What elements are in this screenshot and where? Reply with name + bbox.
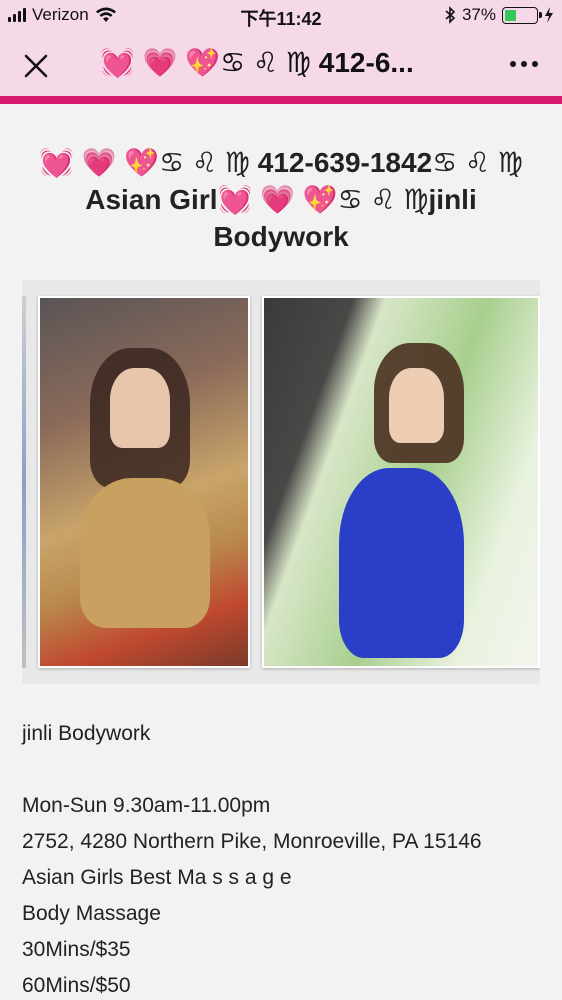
hours-line: Mon-Sun 9.30am-11.00pm: [22, 794, 271, 817]
close-icon: [24, 54, 48, 78]
charging-icon: [545, 7, 553, 23]
battery-icon: [502, 6, 542, 24]
more-button[interactable]: [504, 52, 544, 76]
business-name: jinli Bodywork: [22, 722, 151, 745]
close-button[interactable]: [18, 48, 54, 84]
page-title: 💓 💗 💖♋ ♌ ♍ 412-6...: [100, 47, 414, 78]
service-line: Body Massage: [22, 902, 161, 925]
accent-strip: [0, 96, 562, 104]
post-content: 💓 💗 💖♋ ♌ ♍ 412-639-1842♋ ♌ ♍ Asian Girl💓…: [0, 104, 562, 1000]
status-right: 37%: [444, 5, 554, 25]
more-icon-dot: [532, 61, 538, 67]
more-icon-dot: [521, 61, 527, 67]
battery-percent: 37%: [461, 5, 496, 24]
photo-1[interactable]: [38, 296, 250, 668]
tagline: Asian Girls Best Ma s s a g e: [22, 866, 292, 889]
address-line: 2752, 4280 Northern Pike, Monroeville, P…: [22, 830, 482, 853]
post-body: jinli Bodywork Mon-Sun 9.30am-11.00pm 27…: [22, 716, 540, 1000]
post-headline: 💓 💗 💖♋ ♌ ♍ 412-639-1842♋ ♌ ♍ Asian Girl💓…: [38, 147, 524, 252]
photo-2[interactable]: [262, 296, 540, 668]
status-bar: Verizon 下午11:42 37%: [0, 0, 562, 32]
nav-bar: 💓 💗 💖♋ ♌ ♍ 412-6...: [0, 32, 562, 96]
price-30-line: 30Mins/$35: [22, 938, 131, 961]
photo-gallery[interactable]: [22, 280, 540, 684]
bluetooth-icon: [445, 6, 456, 24]
price-60-line: 60Mins/$50: [22, 974, 131, 997]
battery-level: [505, 9, 517, 21]
more-icon-dot: [510, 61, 516, 67]
previous-photo-edge[interactable]: [22, 296, 26, 668]
